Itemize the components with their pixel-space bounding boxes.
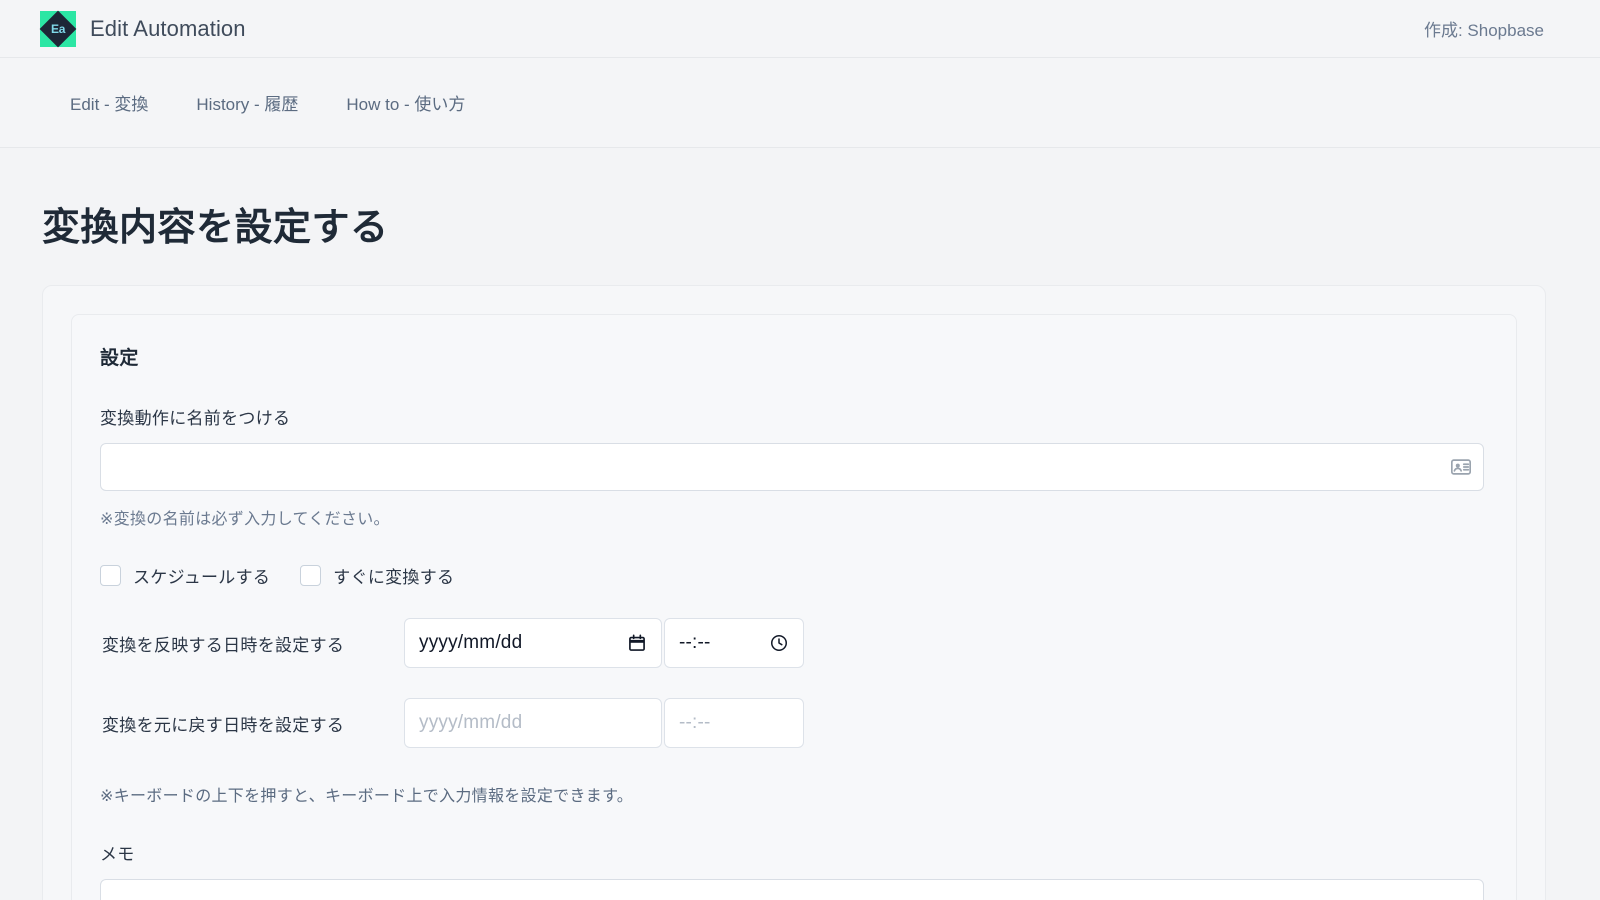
apply-date-value: yyyy/mm/dd (419, 632, 522, 654)
automation-name-input[interactable] (100, 443, 1484, 491)
app-logo-icon: Ea (40, 11, 76, 47)
apply-time-value: --:-- (679, 632, 711, 654)
name-field-wrapper (100, 443, 1484, 491)
tab-history[interactable]: History - 履歴 (194, 84, 300, 121)
section-heading-settings: 設定 (100, 343, 1486, 370)
settings-inner-card: 設定 変換動作に名前をつける ※変換の名前は必ず入力してください。 スケ (71, 314, 1517, 900)
revert-date-value: yyyy/mm/dd (419, 712, 522, 734)
checkbox-convert-now[interactable]: すぐに変換する (300, 563, 454, 588)
checkbox-row: スケジュールする すぐに変換する (100, 563, 1486, 588)
apply-date-input[interactable]: yyyy/mm/dd (404, 618, 662, 668)
brand[interactable]: Ea Edit Automation (40, 11, 246, 47)
memo-textarea[interactable] (100, 879, 1484, 900)
checkbox-convert-now-label: すぐに変換する (333, 563, 454, 588)
revert-time-input: --:-- (664, 698, 804, 748)
settings-outer-card: 設定 変換動作に名前をつける ※変換の名前は必ず入力してください。 スケ (42, 285, 1546, 900)
app-header: Ea Edit Automation 作成: Shopbase (0, 0, 1600, 58)
apply-datetime-label: 変換を反映する日時を設定する (100, 631, 404, 656)
checkbox-schedule-label: スケジュールする (133, 563, 270, 588)
checkbox-convert-now-box[interactable] (300, 565, 321, 586)
checkbox-schedule-box[interactable] (100, 565, 121, 586)
keyboard-note: ※キーボードの上下を押すと、キーボード上で入力情報を設定できます。 (100, 782, 1486, 806)
clock-icon[interactable] (769, 633, 789, 653)
revert-datetime-label: 変換を元に戻す日時を設定する (100, 711, 404, 736)
revert-date-input: yyyy/mm/dd (404, 698, 662, 748)
revert-time-value: --:-- (679, 712, 711, 734)
name-field-hint: ※変換の名前は必ず入力してください。 (100, 505, 1486, 529)
logo-text: Ea (51, 22, 65, 34)
calendar-icon[interactable] (627, 633, 647, 653)
memo-label: メモ (100, 840, 1486, 865)
page-title: 変換内容を設定する (0, 148, 1600, 251)
checkbox-schedule[interactable]: スケジュールする (100, 563, 270, 588)
author-label: 作成: Shopbase (1424, 16, 1576, 41)
tab-bar: Edit - 変換 History - 履歴 How to - 使い方 (0, 58, 1600, 148)
name-field-label: 変換動作に名前をつける (100, 404, 1486, 429)
tab-howto[interactable]: How to - 使い方 (344, 84, 467, 121)
revert-datetime-row: 変換を元に戻す日時を設定する yyyy/mm/dd --:-- (100, 698, 1486, 748)
tab-edit[interactable]: Edit - 変換 (68, 84, 150, 121)
app-title: Edit Automation (90, 16, 246, 42)
apply-datetime-row: 変換を反映する日時を設定する yyyy/mm/dd --:-- (100, 618, 1486, 668)
apply-time-input[interactable]: --:-- (664, 618, 804, 668)
logo-diamond-shape: Ea (40, 10, 77, 47)
